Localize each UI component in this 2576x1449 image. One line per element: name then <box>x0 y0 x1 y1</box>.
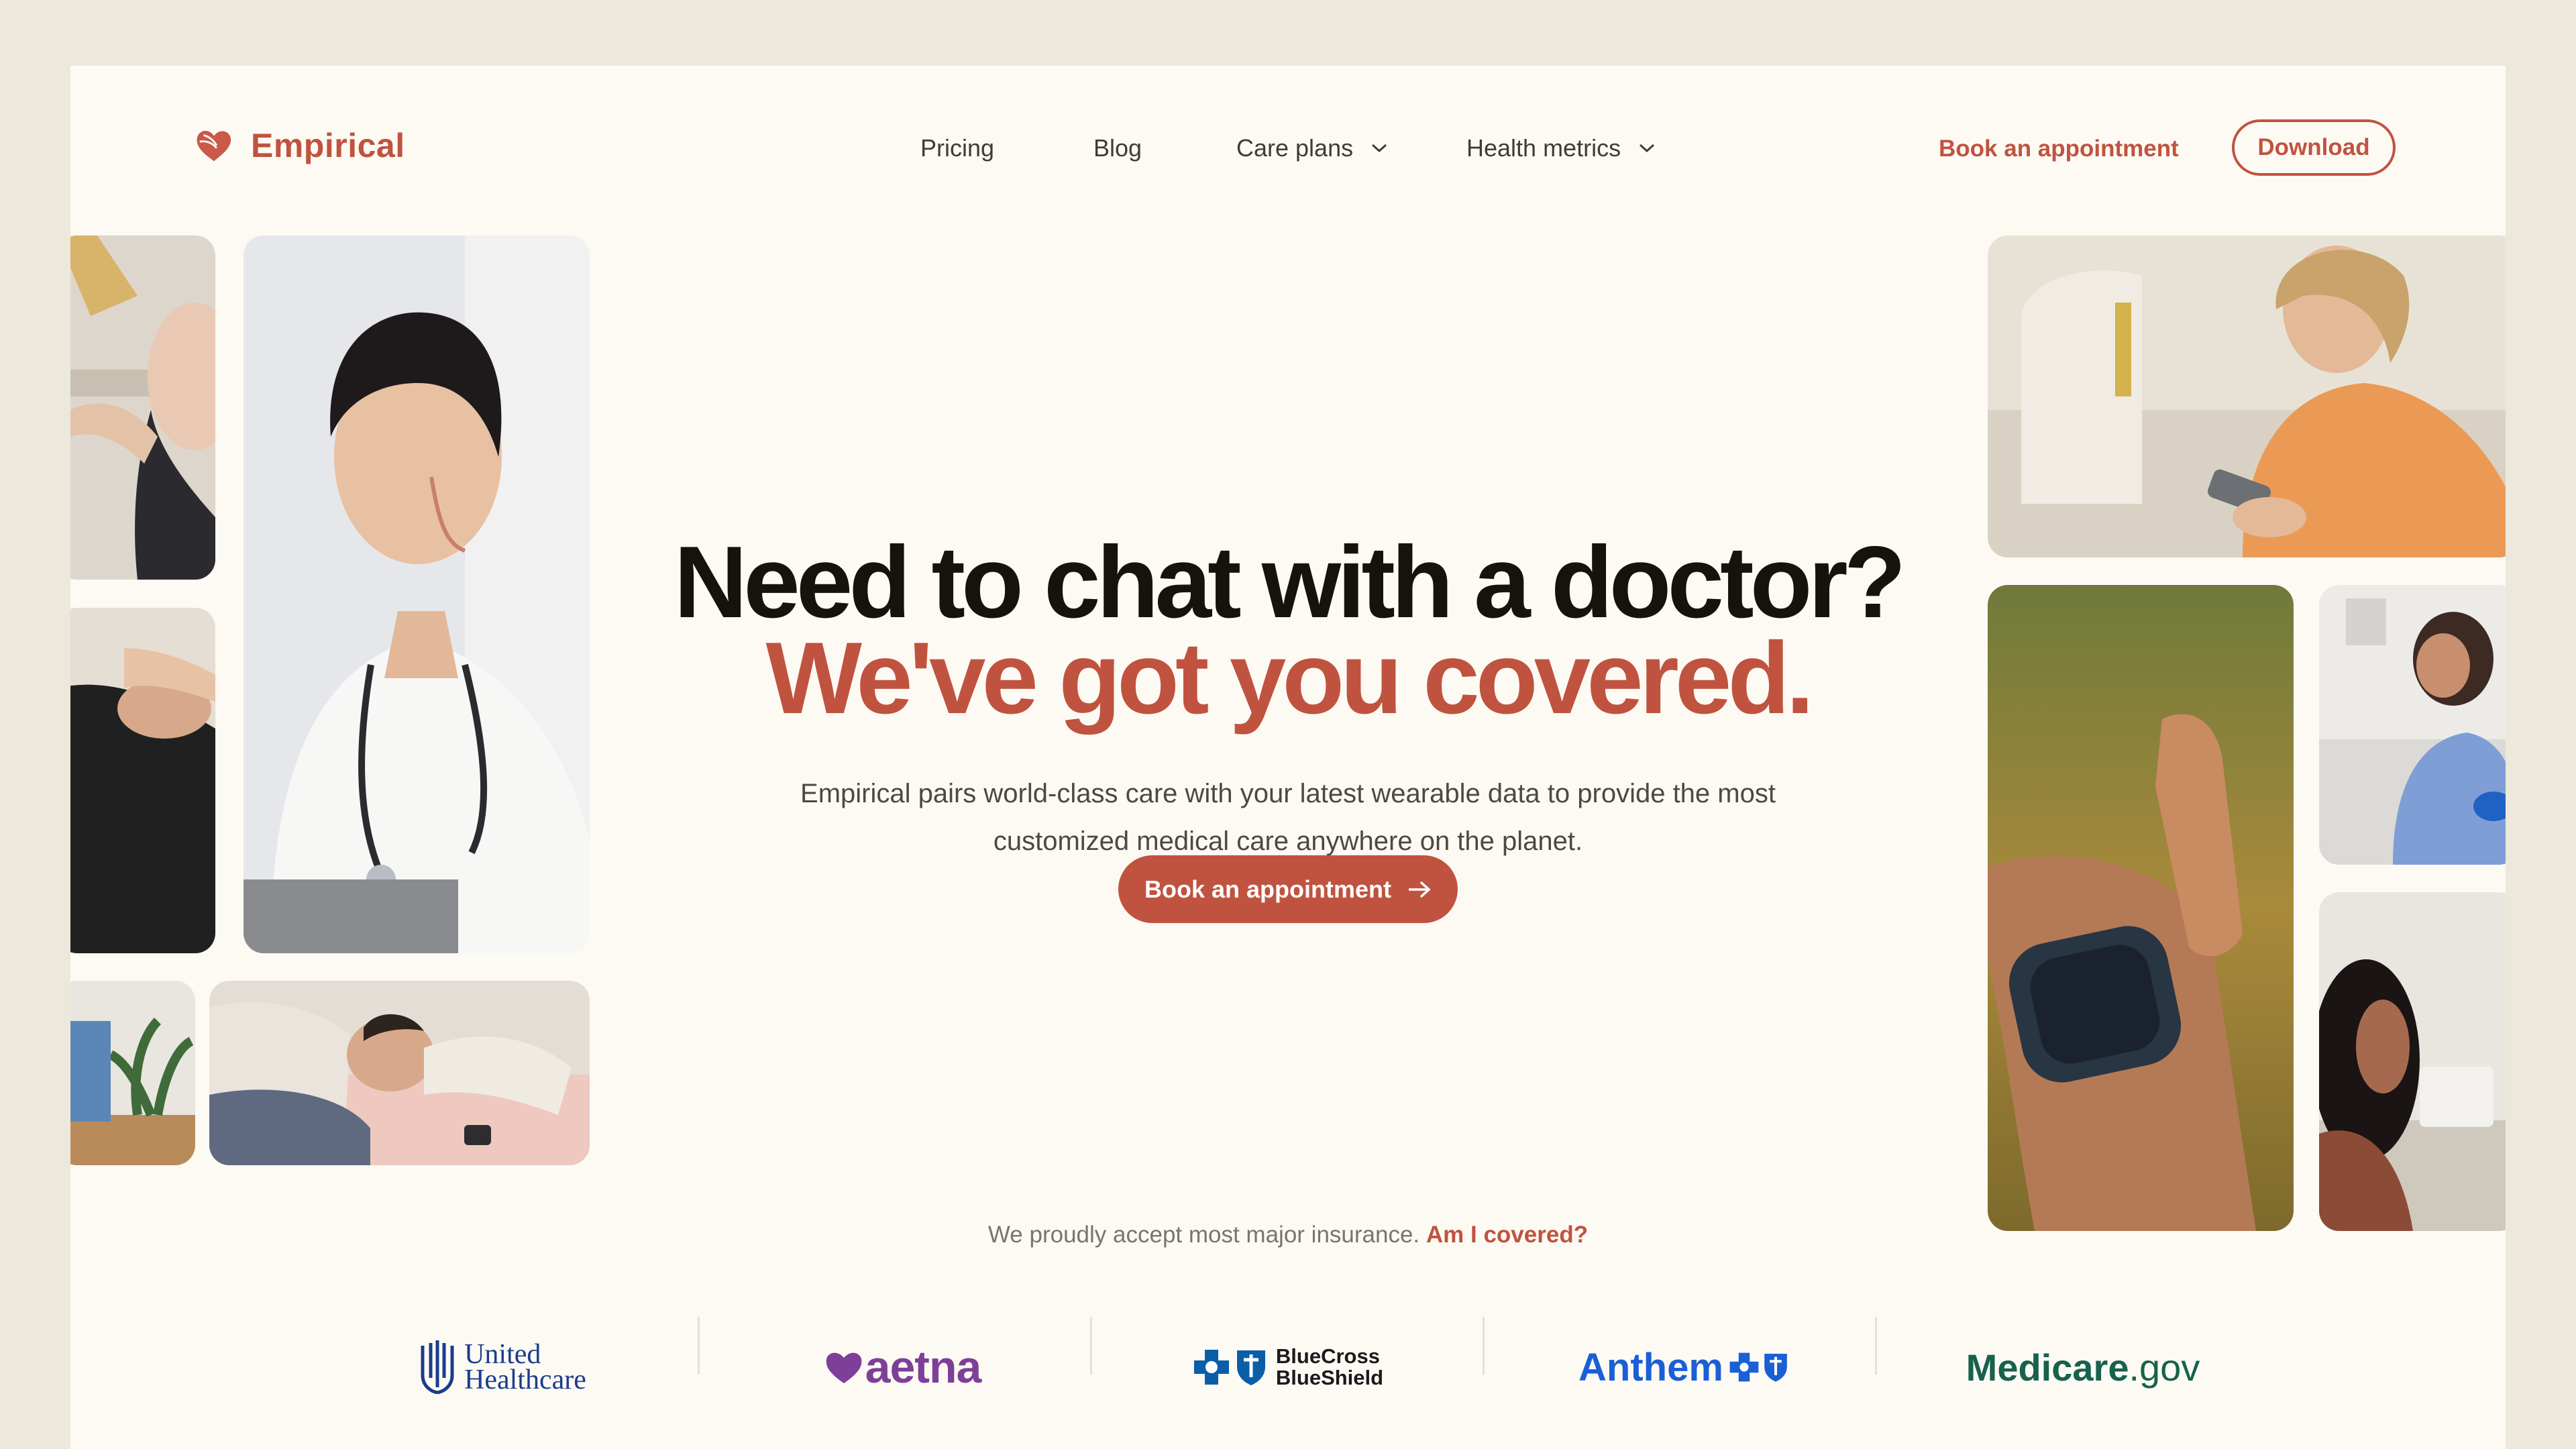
chevron-down-icon <box>1372 144 1387 153</box>
anthem-logo: Anthem <box>1576 1313 1791 1421</box>
blue-cross-icon <box>1193 1350 1229 1385</box>
united-healthcare-icon <box>421 1340 454 1394</box>
am-i-covered-link[interactable]: Am I covered? <box>1426 1222 1588 1248</box>
anthem-wordmark: Anthem <box>1578 1345 1723 1389</box>
bcbs-line1: BlueCross <box>1275 1344 1380 1368</box>
logo-divider <box>1875 1317 1877 1375</box>
nav-health-metrics-label: Health metrics <box>1466 134 1621 162</box>
aetna-wordmark: aetna <box>865 1342 982 1393</box>
anthem-cross-icon <box>1729 1352 1759 1382</box>
hero-title-line1: Need to chat with a doctor? <box>674 525 1907 639</box>
nav-care-plans[interactable]: Care plans <box>1236 134 1388 162</box>
logo-divider <box>698 1317 700 1375</box>
hero-title-line2: We've got you covered. <box>765 621 1815 735</box>
insurance-note: We proudly accept most major insurance. … <box>70 1222 2506 1248</box>
nav-blog[interactable]: Blog <box>1093 134 1142 162</box>
medicare-suffix: .gov <box>2129 1346 2200 1389</box>
nav-pricing-label: Pricing <box>920 134 995 162</box>
uhc-line1: United <box>464 1339 541 1370</box>
medicare-gov-logo: Medicare .gov <box>1949 1313 2217 1421</box>
patient-lab-photo <box>2319 892 2506 1231</box>
aetna-heart-icon <box>826 1352 861 1383</box>
blue-shield-icon <box>1236 1350 1265 1385</box>
insurance-text: We proudly accept most major insurance. <box>987 1222 1420 1248</box>
page: Empirical Pricing Blog Care plans Health… <box>70 66 2506 1449</box>
logo-divider <box>1483 1317 1485 1375</box>
woman-using-phone-photo <box>1988 235 2506 557</box>
patient-photo-cropped <box>70 235 215 580</box>
arrow-right-icon <box>1409 881 1431 898</box>
clinic-plant-photo <box>70 981 195 1165</box>
cta-label: Book an appointment <box>1144 875 1391 903</box>
united-healthcare-logo: United Healthcare <box>409 1313 597 1421</box>
bluecross-blueshield-logo: BlueCross BlueShield <box>1184 1313 1392 1421</box>
hero-book-appointment-button[interactable]: Book an appointment <box>1118 855 1458 923</box>
download-button[interactable]: Download <box>2232 119 2396 176</box>
uhc-line2: Healthcare <box>464 1364 586 1395</box>
medicare-wordmark: Medicare <box>1966 1346 2129 1389</box>
insurance-logos: United Healthcare aetna BlueCross BlueSh… <box>70 1313 2506 1421</box>
nav-pricing[interactable]: Pricing <box>920 134 994 162</box>
aetna-logo: aetna <box>802 1313 1003 1421</box>
nav-health-metrics[interactable]: Health metrics <box>1466 134 1656 162</box>
anthem-shield-icon <box>1764 1354 1787 1382</box>
sleeping-with-smartwatch-photo <box>209 981 590 1165</box>
hero-subtitle: Empirical pairs world-class care with yo… <box>800 779 1776 856</box>
bcbs-line2: BlueShield <box>1275 1366 1384 1389</box>
nav-care-plans-label: Care plans <box>1236 134 1354 162</box>
book-appointment-link[interactable]: Book an appointment <box>1939 136 2179 162</box>
logo-divider <box>1090 1317 1092 1375</box>
nav-blog-label: Blog <box>1093 134 1142 162</box>
chevron-down-icon <box>1640 144 1655 153</box>
